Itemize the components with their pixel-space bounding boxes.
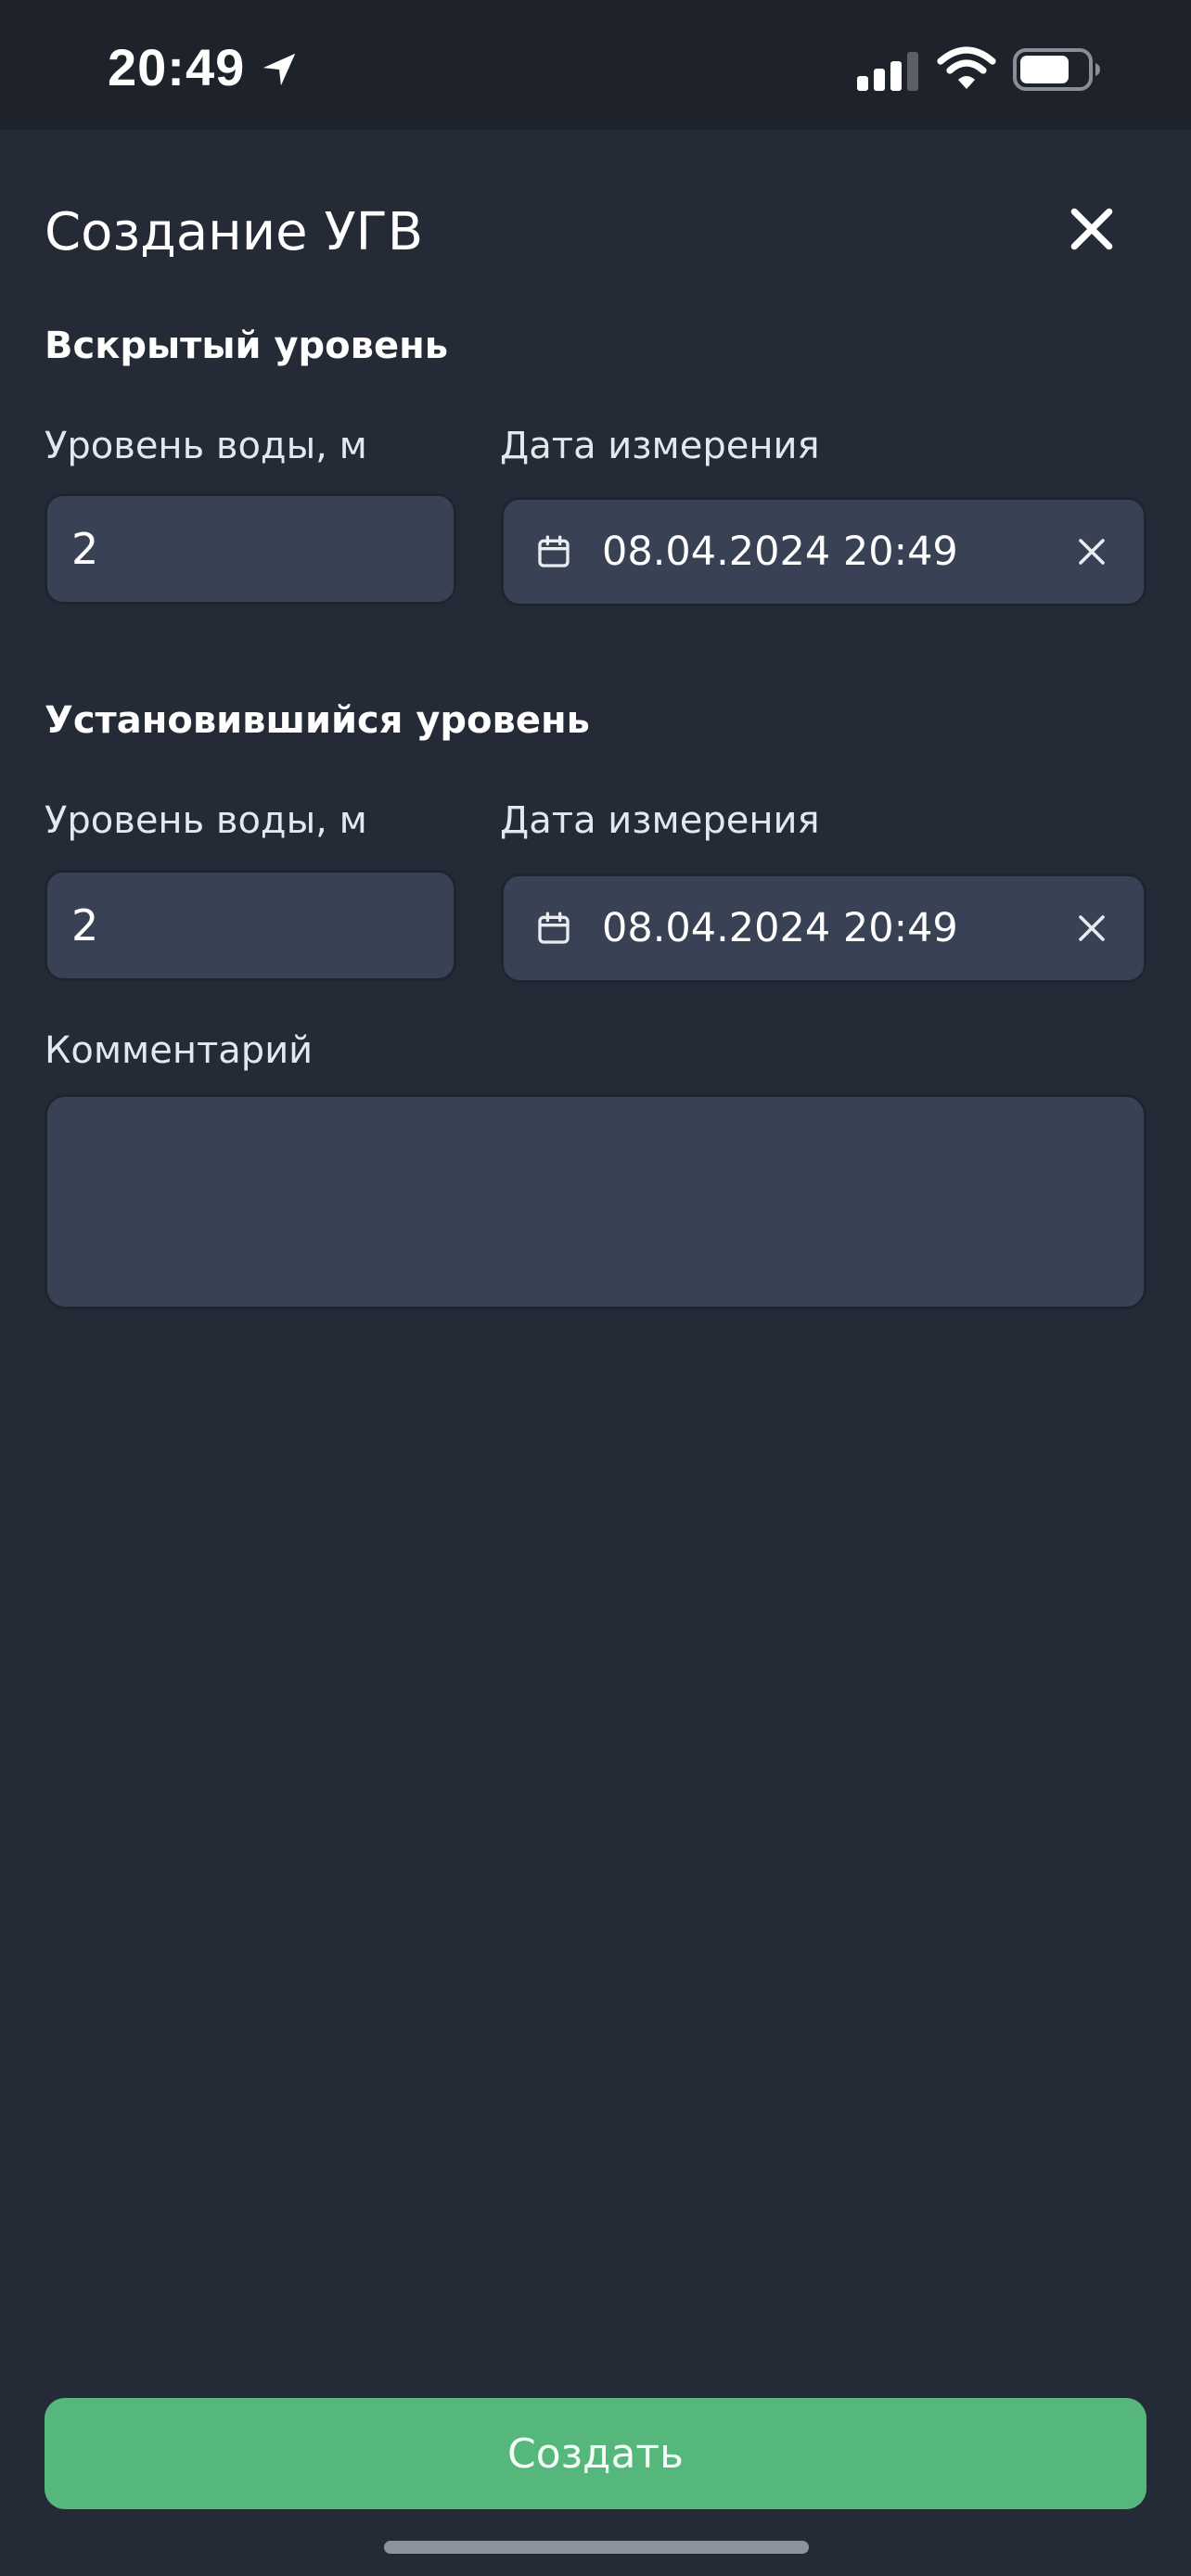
measurement-date-value: 08.04.2024 20:49 [602,529,958,575]
clear-date-icon[interactable] [1075,912,1108,945]
measurement-date-field[interactable]: 08.04.2024 20:49 [501,874,1146,983]
water-level-value: 2 [71,900,99,950]
comment-textarea[interactable] [45,1094,1146,1309]
clear-date-icon[interactable] [1075,535,1108,568]
section-title-steady-level: Установившийся уровень [45,699,590,742]
water-level-input[interactable]: 2 [45,493,456,605]
cellular-signal-icon [857,52,918,91]
measurement-date-label: Дата измерения [500,799,820,842]
home-indicator [384,2541,809,2554]
calendar-icon [538,535,570,567]
calendar-icon [538,912,570,944]
status-time: 20:49 [108,38,246,96]
status-bar: 20:49 [0,0,1191,130]
battery-icon [1013,48,1100,91]
measurement-date-label: Дата измерения [500,425,820,467]
section-title-exposed-level: Вскрытый уровень [45,325,449,367]
page-title: Создание УГВ [45,202,424,262]
comment-label: Комментарий [45,1029,314,1072]
water-level-label: Уровень воды, м [45,799,367,842]
location-arrow-icon [263,53,296,86]
measurement-date-value: 08.04.2024 20:49 [602,905,958,951]
water-level-value: 2 [71,524,99,574]
wifi-icon [937,46,996,89]
create-button[interactable]: Создать [45,2398,1146,2509]
measurement-date-field[interactable]: 08.04.2024 20:49 [501,497,1146,606]
water-level-input[interactable]: 2 [45,870,456,981]
close-icon[interactable] [1069,206,1115,252]
water-level-label: Уровень воды, м [45,425,367,467]
